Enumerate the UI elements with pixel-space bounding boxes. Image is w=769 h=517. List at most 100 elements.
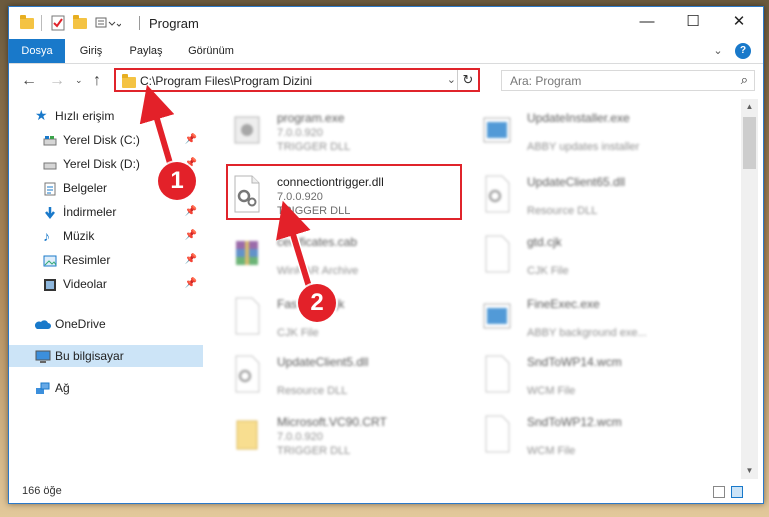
callout-badge-2: 2 xyxy=(298,284,336,322)
properties-icon[interactable] xyxy=(51,15,65,31)
item-count: 166 öğe xyxy=(22,485,62,497)
search-box[interactable]: Ara: Program ⌕ xyxy=(501,70,755,91)
file-item[interactable]: SndToWP12.wcm WCM File xyxy=(465,409,705,461)
file-name: program.exe xyxy=(277,111,345,125)
file-item[interactable]: gtd.cjk CJK File xyxy=(465,229,705,281)
scroll-thumb[interactable] xyxy=(743,117,756,169)
drive-icon xyxy=(43,157,57,171)
search-placeholder[interactable]: Ara: Program xyxy=(510,74,581,88)
pin-icon[interactable]: 📌 xyxy=(185,273,197,295)
nav-item-downloads[interactable]: İndirmeler 📌 xyxy=(9,201,203,223)
toolbar-separator xyxy=(41,15,42,31)
file-type: TRIGGER DLL xyxy=(277,141,351,153)
callout-badge-1: 1 xyxy=(158,162,196,200)
network-icon xyxy=(35,381,50,395)
scroll-down-icon[interactable]: ▼ xyxy=(741,463,758,479)
tiles-view-icon[interactable] xyxy=(731,486,743,498)
forward-arrow-icon[interactable]: → xyxy=(49,72,65,90)
nav-item-pictures[interactable]: Resimler 📌 xyxy=(9,249,203,271)
pin-icon[interactable]: 📌 xyxy=(185,225,197,247)
file-name: certificates.cab xyxy=(277,235,358,249)
file-name: SndToWP12.wcm xyxy=(527,415,622,429)
ribbon-expand-icon[interactable]: ⌄ xyxy=(709,39,727,63)
address-dropdown-icon[interactable]: ⌄ xyxy=(447,73,456,86)
nav-label: Yerel Disk (D:) xyxy=(63,157,140,171)
window-title: Program xyxy=(149,16,199,31)
tab-giris[interactable]: Giriş xyxy=(69,39,113,63)
back-arrow-icon[interactable]: ← xyxy=(21,72,37,90)
help-icon[interactable]: ? xyxy=(735,43,751,59)
file-item[interactable]: UpdateClient65.dll Resource DLL xyxy=(465,169,705,221)
file-item[interactable]: FineExec.exe ABBY background exe... xyxy=(465,291,705,343)
file-type: ABBY background exe... xyxy=(527,327,647,339)
details-view-icon[interactable] xyxy=(713,486,725,498)
blank-file-icon xyxy=(481,355,513,393)
tab-dosya[interactable]: Dosya xyxy=(9,39,65,63)
status-bar: 166 öğe xyxy=(9,481,763,503)
file-item[interactable]: certificates.cab WinRAR Archive xyxy=(215,229,455,281)
address-folder-icon xyxy=(122,74,136,88)
search-icon[interactable]: ⌕ xyxy=(741,72,748,88)
file-name: UpdateClient65.dll xyxy=(527,175,626,189)
file-item[interactable]: program.exe 7.0.0.920 TRIGGER DLL xyxy=(215,105,455,157)
computer-icon xyxy=(35,349,51,363)
blank-file-icon xyxy=(231,297,263,335)
nav-item-network[interactable]: Ağ xyxy=(9,377,203,399)
file-type: WCM File xyxy=(527,385,576,397)
navigation-pane: ★ Hızlı erişim Yerel Disk (C:) 📌 Yerel D… xyxy=(9,99,205,477)
nav-item-videos[interactable]: Videolar 📌 xyxy=(9,273,203,295)
nav-label: Ağ xyxy=(55,381,70,395)
nav-label: İndirmeler xyxy=(63,205,117,219)
minimize-button[interactable]: — xyxy=(624,7,670,39)
nav-item-disk-c[interactable]: Yerel Disk (C:) 📌 xyxy=(9,129,203,151)
file-item[interactable]: SndToWP14.wcm WCM File xyxy=(465,349,705,401)
file-item[interactable]: Microsoft.VC90.CRT 7.0.0.920 TRIGGER DLL xyxy=(215,409,455,461)
close-button[interactable]: ✕ xyxy=(716,7,762,39)
nav-label: Resimler xyxy=(63,253,111,267)
file-type: WinRAR Archive xyxy=(277,265,359,277)
nav-item-music[interactable]: ♪ Müzik 📌 xyxy=(9,225,203,247)
maximize-button[interactable]: ☐ xyxy=(670,7,716,39)
file-item[interactable]: UpdateClient5.dll Resource DLL xyxy=(215,349,455,401)
tab-paylas[interactable]: Paylaş xyxy=(121,39,171,63)
file-type: Resource DLL xyxy=(527,205,598,217)
cloud-icon xyxy=(34,317,51,331)
scroll-up-icon[interactable]: ▲ xyxy=(741,99,758,115)
videos-icon xyxy=(43,277,57,291)
file-version: 7.0.0.920 xyxy=(277,127,323,139)
music-icon: ♪ xyxy=(43,228,50,244)
nav-item-this-pc[interactable]: Bu bilgisayar xyxy=(9,345,203,367)
nav-label: Yerel Disk (C:) xyxy=(63,133,140,147)
file-type: WCM File xyxy=(527,445,576,457)
file-highlight-box xyxy=(226,164,462,220)
nav-label: Bu bilgisayar xyxy=(55,349,124,363)
address-path[interactable]: C:\Program Files\Program Dizini xyxy=(140,74,312,88)
nav-label: Belgeler xyxy=(63,181,108,195)
pin-icon[interactable]: 📌 xyxy=(185,201,197,223)
file-type: Resource DLL xyxy=(277,385,348,397)
address-row: ← → ⌄ ↑ C:\Program Files\Program Dizini … xyxy=(9,64,763,98)
nav-item-onedrive[interactable]: OneDrive xyxy=(9,313,203,335)
new-folder-icon[interactable] xyxy=(72,15,88,31)
customize-toolbar-icon[interactable] xyxy=(95,15,122,31)
folder-file-icon xyxy=(231,415,263,453)
file-name: FineExec.exe xyxy=(527,297,600,311)
nav-label: Hızlı erişim xyxy=(55,109,115,123)
dll-file-icon xyxy=(481,175,513,213)
refresh-icon[interactable]: ↻ xyxy=(457,70,478,90)
up-arrow-icon[interactable]: ↑ xyxy=(93,72,101,90)
folder-icon xyxy=(19,15,35,31)
file-name: SndToWP14.wcm xyxy=(527,355,622,369)
blank-file-icon xyxy=(481,415,513,453)
vertical-scrollbar[interactable]: ▲ ▼ xyxy=(741,99,758,479)
tab-gorunum[interactable]: Görünüm xyxy=(179,39,243,63)
nav-label: Müzik xyxy=(63,229,95,243)
nav-item-quick-access[interactable]: ★ Hızlı erişim xyxy=(9,105,203,127)
address-bar[interactable]: C:\Program Files\Program Dizini ⌄ ↻ xyxy=(114,68,480,92)
pin-icon[interactable]: 📌 xyxy=(185,129,197,151)
recent-dropdown-icon[interactable]: ⌄ xyxy=(75,75,83,86)
pin-icon[interactable]: 📌 xyxy=(185,249,197,271)
file-item[interactable]: UpdateInstaller.exe ABBY updates install… xyxy=(465,105,705,157)
installer-file-icon xyxy=(481,111,513,149)
file-name: Microsoft.VC90.CRT xyxy=(277,415,387,429)
